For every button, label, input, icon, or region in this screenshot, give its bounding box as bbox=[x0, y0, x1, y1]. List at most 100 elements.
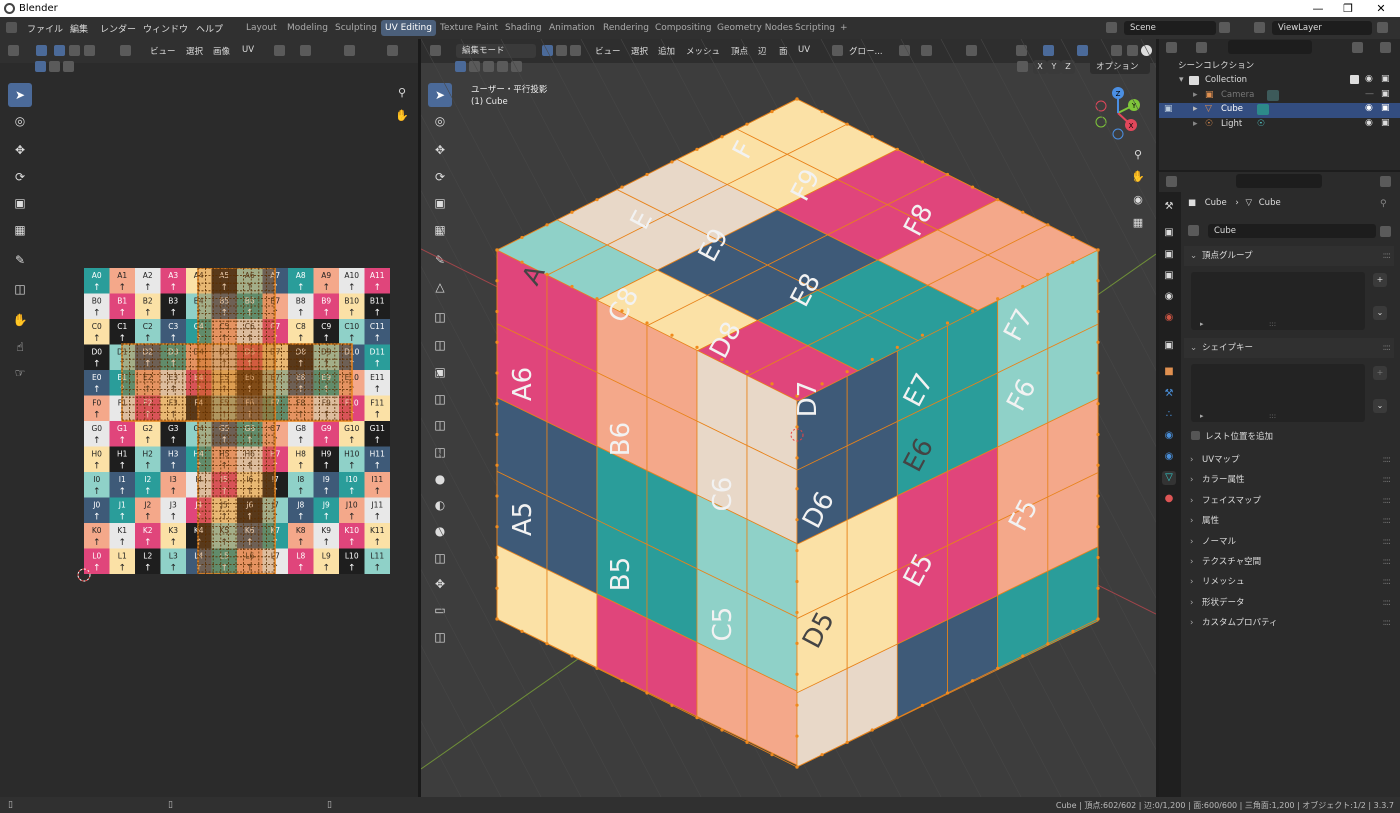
drag-grip-icon[interactable]: :::: bbox=[1383, 613, 1392, 633]
section-collapsed[interactable]: › フェイスマップ:::: bbox=[1184, 491, 1394, 511]
mesh-vertex[interactable] bbox=[645, 691, 649, 695]
mesh-vertex[interactable] bbox=[996, 198, 1000, 202]
drag-grip-icon[interactable]: :::: bbox=[1383, 491, 1392, 511]
mesh-vertex[interactable] bbox=[1096, 248, 1100, 252]
mesh-vertex[interactable] bbox=[495, 525, 499, 529]
mesh-vertex[interactable] bbox=[970, 185, 975, 189]
mesh-vertex[interactable] bbox=[495, 463, 499, 467]
mesh-vertex[interactable] bbox=[495, 555, 499, 560]
menu-render[interactable]: レンダー bbox=[100, 22, 136, 35]
mesh-vertex[interactable] bbox=[996, 666, 1000, 670]
mesh-vertex[interactable] bbox=[595, 297, 599, 301]
properties-editor-icon[interactable] bbox=[1166, 176, 1177, 187]
drag-grip-icon[interactable]: :::: bbox=[1383, 593, 1392, 613]
mesh-vertex[interactable] bbox=[595, 198, 599, 202]
outliner-row-cube[interactable]: ▣ ▸ ▽ Cube ◉ ▣ bbox=[1159, 103, 1400, 118]
move-tool[interactable]: ✥ bbox=[8, 138, 32, 162]
drag-grip-icon[interactable]: :::: bbox=[1383, 552, 1392, 572]
mesh-vertex[interactable] bbox=[570, 654, 574, 658]
collection-camera-icon[interactable]: ▣ bbox=[1381, 74, 1390, 84]
mesh-vertex[interactable] bbox=[1096, 525, 1100, 529]
mesh-vertex[interactable] bbox=[895, 716, 899, 720]
particles-tab-icon[interactable]: ∴ bbox=[1162, 408, 1176, 422]
mesh-vertex[interactable] bbox=[795, 734, 799, 738]
scene-icon[interactable] bbox=[1106, 22, 1117, 33]
mesh-vertex[interactable] bbox=[970, 309, 975, 313]
mesh-vertex[interactable] bbox=[1096, 432, 1100, 437]
mesh-vertex[interactable] bbox=[945, 321, 950, 325]
mesh-vertex[interactable] bbox=[1021, 210, 1025, 214]
section-collapsed[interactable]: › カラー属性:::: bbox=[1184, 470, 1394, 490]
view-layer-selector[interactable]: ViewLayer bbox=[1272, 21, 1372, 35]
mesh-vertex[interactable] bbox=[595, 666, 599, 670]
expand-collection-icon[interactable]: ▾ bbox=[1179, 75, 1184, 85]
shape-key-menu-icon[interactable]: ⌄ bbox=[1373, 399, 1387, 413]
mesh-vertex[interactable] bbox=[745, 740, 749, 744]
annotate-tool[interactable]: ✎ bbox=[8, 248, 32, 272]
fake-user-icon[interactable] bbox=[1380, 226, 1391, 237]
mesh-vertex[interactable] bbox=[870, 728, 874, 732]
drag-grip-icon[interactable]: :::: bbox=[1383, 511, 1392, 531]
list-expand-icon[interactable]: ▸ bbox=[1200, 412, 1204, 420]
tab-compositing[interactable]: Compositing bbox=[651, 20, 715, 36]
filter-icon[interactable] bbox=[1352, 42, 1363, 53]
properties-options-icon[interactable] bbox=[1380, 176, 1391, 187]
view-layer-tab-icon[interactable]: ▣ bbox=[1162, 269, 1176, 283]
mesh-vertex[interactable] bbox=[495, 432, 499, 437]
cursor-tool[interactable]: ◎ bbox=[8, 109, 32, 133]
mesh-vertex[interactable] bbox=[1046, 642, 1050, 646]
mesh-vertex[interactable] bbox=[920, 160, 925, 164]
collection-tab-icon[interactable]: ▣ bbox=[1162, 339, 1176, 353]
mesh-vertex[interactable] bbox=[1021, 284, 1025, 289]
mesh-vertex[interactable] bbox=[795, 672, 799, 676]
list-resize-grip-icon[interactable]: ::: bbox=[1269, 412, 1276, 420]
mesh-vertex[interactable] bbox=[770, 753, 774, 757]
tab-scripting[interactable]: Scripting bbox=[791, 20, 839, 36]
edit-mode-icon[interactable]: ▣ bbox=[1164, 104, 1173, 114]
mesh-vertex[interactable] bbox=[870, 135, 874, 139]
mesh-vertex[interactable] bbox=[1071, 235, 1075, 240]
grab-tool[interactable]: ✋ bbox=[8, 308, 32, 332]
mesh-vertex[interactable] bbox=[1096, 463, 1100, 467]
add-shape-key-button[interactable]: + bbox=[1373, 366, 1387, 380]
select-box-tool[interactable]: ➤ bbox=[8, 83, 32, 107]
close-icon[interactable]: ✕ bbox=[1366, 1, 1396, 16]
scene-selector[interactable]: Scene bbox=[1124, 21, 1216, 35]
pivot-icon[interactable] bbox=[274, 45, 285, 56]
mesh-vertex[interactable] bbox=[1046, 223, 1050, 227]
pin-icon[interactable]: ⚲ bbox=[1380, 199, 1391, 210]
section-collapsed[interactable]: › テクスチャ空間:::: bbox=[1184, 552, 1394, 572]
mesh-vertex[interactable] bbox=[695, 345, 699, 349]
mesh-vertex[interactable] bbox=[745, 122, 749, 126]
tool-tab-icon[interactable]: ⚒ bbox=[1162, 200, 1176, 214]
uv-menu-select[interactable]: 選択 bbox=[186, 45, 203, 57]
rest-position-checkbox[interactable] bbox=[1191, 431, 1200, 440]
drag-grip-icon[interactable]: :::: bbox=[1383, 450, 1392, 470]
section-vertex-groups[interactable]: ⌄ 頂点グループ :::: bbox=[1184, 246, 1394, 266]
outliner-editor-icon[interactable] bbox=[1166, 42, 1177, 53]
mesh-vertex[interactable] bbox=[495, 586, 499, 590]
mesh-vertex[interactable] bbox=[770, 109, 774, 114]
mesh-vertex[interactable] bbox=[920, 703, 925, 707]
mesh-name-field[interactable]: Cube bbox=[1208, 224, 1376, 238]
mesh-vertex[interactable] bbox=[645, 321, 649, 325]
mesh-vertex[interactable] bbox=[920, 333, 925, 337]
scene-tab-icon[interactable]: ◉ bbox=[1162, 290, 1176, 304]
section-collapsed[interactable]: › 属性:::: bbox=[1184, 511, 1394, 531]
view-layer-icon[interactable] bbox=[1254, 22, 1265, 33]
tab-uv-editing[interactable]: UV Editing bbox=[381, 20, 436, 36]
section-collapsed[interactable]: › ノーマル:::: bbox=[1184, 532, 1394, 552]
section-collapsed[interactable]: › 形状データ:::: bbox=[1184, 593, 1394, 613]
expand-camera-icon[interactable]: ▸ bbox=[1193, 90, 1198, 100]
output-tab-icon[interactable]: ▣ bbox=[1162, 248, 1176, 262]
minimize-icon[interactable]: — bbox=[1303, 1, 1333, 16]
editor-type-icon[interactable] bbox=[8, 45, 19, 56]
mesh-vertex[interactable] bbox=[495, 340, 499, 344]
section-collapsed[interactable]: › リメッシュ:::: bbox=[1184, 572, 1394, 592]
tab-rendering[interactable]: Rendering bbox=[599, 20, 653, 36]
new-scene-icon[interactable] bbox=[1219, 22, 1230, 33]
mesh-vertex[interactable] bbox=[645, 172, 649, 177]
mesh-vertex[interactable] bbox=[795, 703, 799, 707]
mesh-vertex[interactable] bbox=[795, 641, 799, 645]
vertex-group-menu-icon[interactable]: ⌄ bbox=[1373, 306, 1387, 320]
